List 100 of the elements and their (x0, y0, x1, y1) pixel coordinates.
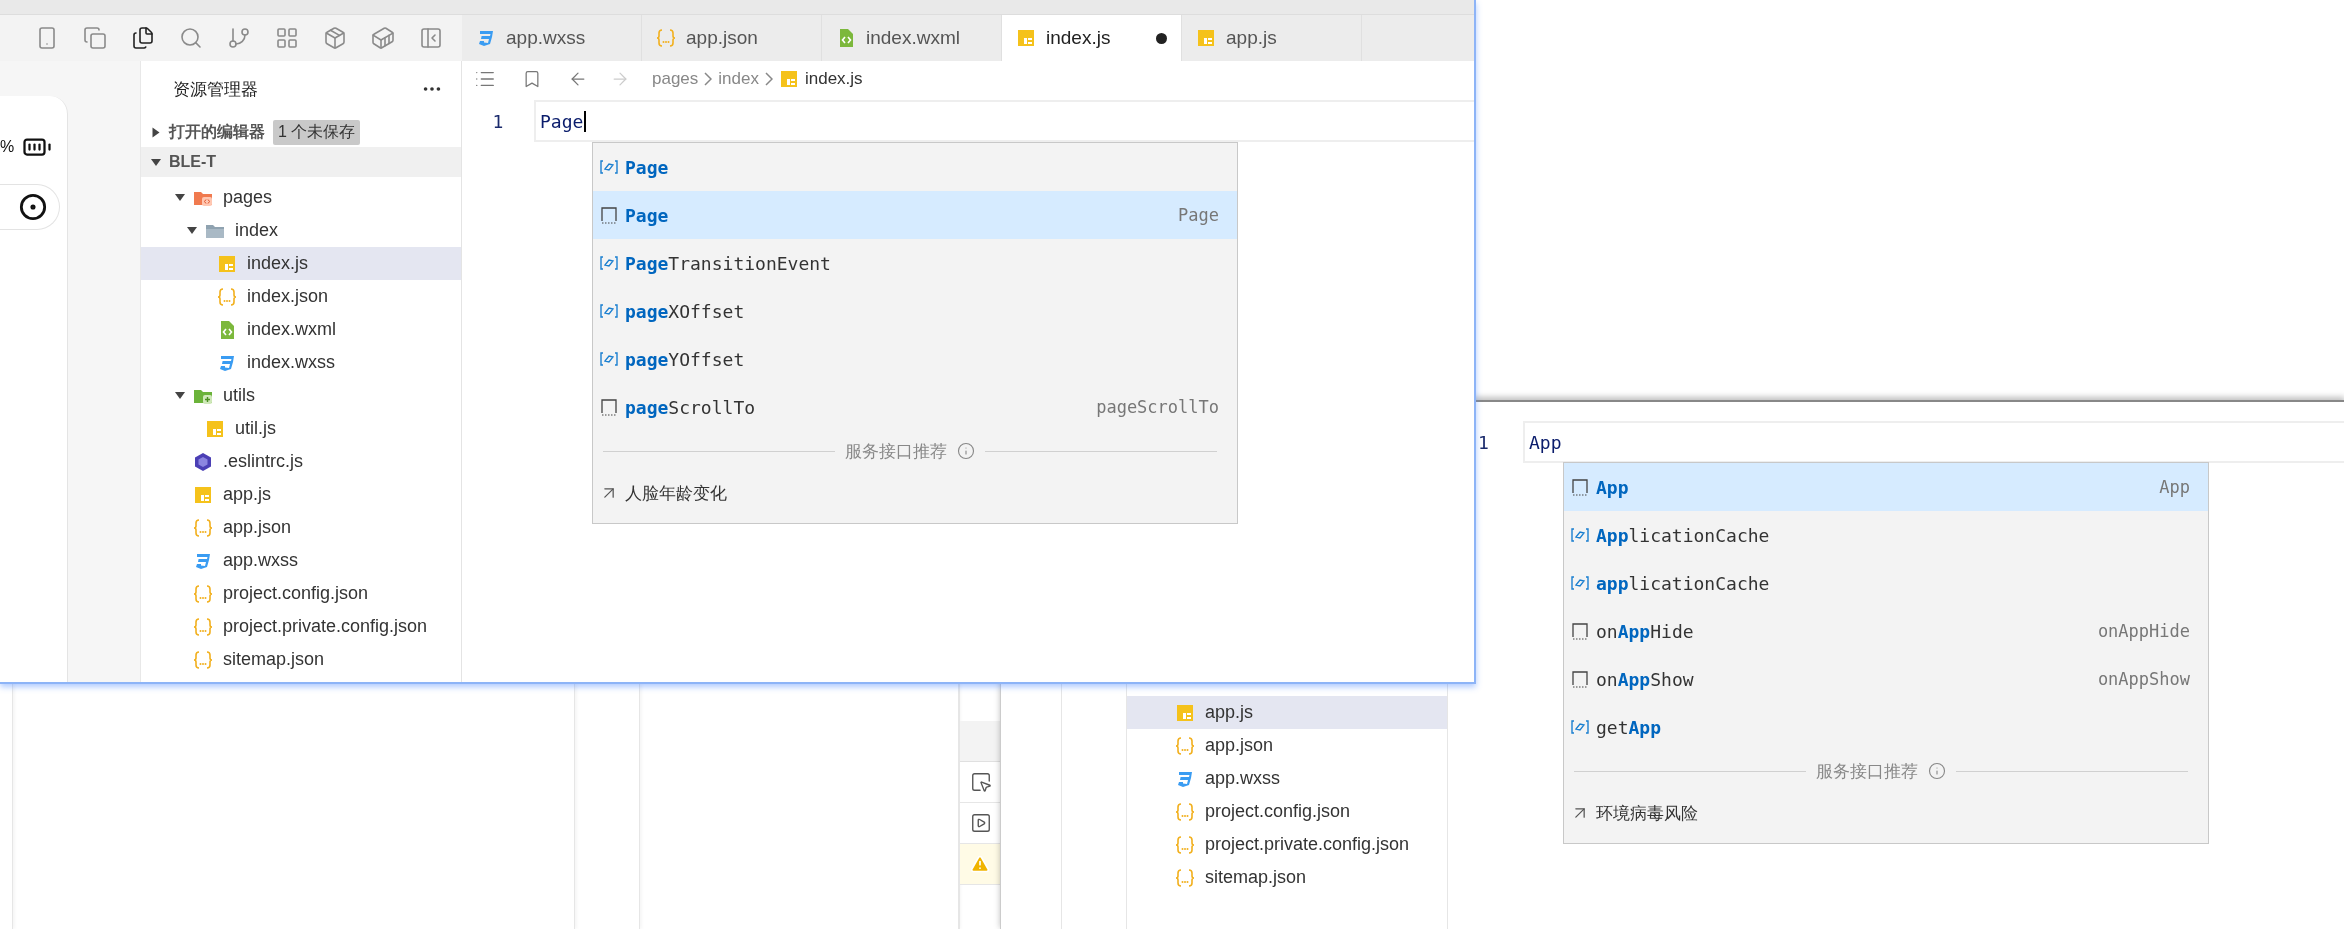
js-file-icon (778, 68, 799, 89)
file-name: sitemap.json (223, 649, 325, 670)
file-item[interactable]: util.js (141, 412, 461, 445)
file-item[interactable]: project.private.config.json (1127, 828, 1447, 861)
file-item[interactable]: project.private.config.json (141, 610, 461, 643)
suggestion-item[interactable]: pageScrollTo pageScrollTo (593, 383, 1237, 431)
breadcrumb-item[interactable]: index (718, 68, 759, 89)
file-item[interactable]: app.wxss (141, 544, 461, 577)
file-name: app.wxss (1205, 768, 1281, 789)
suggestion-item[interactable]: pageXOffset (593, 287, 1237, 335)
breadcrumb-item[interactable]: index.js (804, 68, 863, 89)
braces-icon (193, 616, 213, 637)
suggestion-label: Page (625, 156, 670, 178)
file-name: .eslintrc.js (223, 451, 303, 472)
snippet-icon (599, 205, 619, 225)
js-file-icon (205, 418, 225, 439)
section-header[interactable]: 打开的编辑器 1 个未保存 (141, 117, 461, 147)
file-name: app.json (223, 517, 292, 538)
file-name: app.js (223, 484, 272, 505)
section-label: 服务接口推荐 (1816, 760, 1918, 783)
caret-icon[interactable] (187, 227, 197, 234)
suggestion-label: pageScrollTo (625, 396, 757, 418)
service-item[interactable]: 环境病毒风险 (1564, 791, 2208, 835)
braces-icon (193, 517, 213, 538)
suggestion-label: applicationCache (1596, 572, 1771, 594)
variable-icon (599, 349, 619, 369)
braces-icon (193, 583, 213, 604)
branch-icon[interactable] (227, 26, 251, 50)
service-item[interactable]: 人脸年龄变化 (593, 471, 1237, 515)
grid-icon[interactable] (275, 26, 299, 50)
container-icon[interactable] (371, 26, 395, 50)
line-number: 1 (491, 110, 505, 132)
inspect-icon[interactable] (970, 771, 993, 793)
braces-icon (656, 28, 676, 48)
file-name: index.wxss (247, 352, 336, 373)
caret-icon[interactable] (151, 158, 161, 166)
files-icon[interactable] (131, 26, 155, 50)
package-icon[interactable] (323, 26, 347, 50)
file-item[interactable]: app.wxss (1127, 762, 1447, 795)
suggestion-item[interactable]: Page Page (593, 191, 1237, 239)
file-name: pages (223, 187, 273, 208)
suggestion-label: onAppHide (1596, 620, 1695, 642)
file-name: project.private.config.json (1205, 834, 1410, 855)
folder-item[interactable]: pages (141, 181, 461, 214)
file-item[interactable]: .eslintrc.js (141, 445, 461, 478)
file-item[interactable]: project.config.json (1127, 795, 1447, 828)
suggestion-item[interactable]: applicationCache (1564, 559, 2208, 607)
suggestion-label: pageYOffset (625, 348, 746, 370)
caret-icon[interactable] (175, 392, 185, 399)
file-name: index.js (247, 253, 309, 274)
hexagon-icon (193, 451, 213, 472)
suggestion-item[interactable]: App App (1564, 463, 2208, 511)
suggestion-detail: App (2159, 477, 2190, 497)
snippet-icon (1570, 477, 1590, 497)
editor-tab[interactable]: index.js (1002, 15, 1182, 61)
variable-icon (599, 253, 619, 273)
project-header[interactable]: BLE-T (141, 147, 461, 177)
info-icon[interactable] (1928, 762, 1946, 780)
suggestion-detail: pageScrollTo (1096, 397, 1219, 417)
file-item[interactable]: index.js (141, 247, 461, 280)
info-icon[interactable] (957, 442, 975, 460)
windows-icon[interactable] (83, 26, 107, 50)
file-item[interactable]: project.config.json (141, 577, 461, 610)
js-file-icon (193, 484, 213, 505)
file-item[interactable]: app.json (141, 511, 461, 544)
suggestion-item[interactable]: onAppHide onAppHide (1564, 607, 2208, 655)
suggestion-label: pageXOffset (625, 300, 746, 322)
panel-icon[interactable] (419, 26, 443, 50)
caret-icon[interactable] (175, 194, 185, 201)
breadcrumb-item[interactable]: pages (652, 68, 699, 89)
file-item[interactable]: sitemap.json (1127, 861, 1447, 894)
panel-play-icon[interactable] (970, 812, 993, 834)
file-item[interactable]: app.json (1127, 729, 1447, 762)
braces-icon (1175, 801, 1195, 822)
suggestion-detail: onAppShow (2097, 669, 2190, 689)
project-name: BLE-T (169, 153, 217, 171)
code-text: App (1529, 431, 1562, 453)
folder-item[interactable]: utils (141, 379, 461, 412)
file-item[interactable]: index.wxml (141, 313, 461, 346)
file-item[interactable]: app.js (141, 478, 461, 511)
caret-icon[interactable] (152, 127, 160, 137)
file-item[interactable]: index.json (141, 280, 461, 313)
suggestion-item[interactable]: PageTransitionEvent (593, 239, 1237, 287)
suggestion-detail: onAppHide (2097, 621, 2190, 641)
variable-icon (599, 157, 619, 177)
braces-icon (1175, 867, 1195, 888)
file-item[interactable]: app.js (1127, 696, 1447, 729)
suggestion-item[interactable]: getApp (1564, 703, 2208, 751)
file-item[interactable]: sitemap.json (141, 643, 461, 676)
suggestion-item[interactable]: Page (593, 143, 1237, 191)
suggestion-item[interactable]: ApplicationCache (1564, 511, 2208, 559)
suggestion-label: onAppShow (1596, 668, 1695, 690)
file-item[interactable]: index.wxss (141, 346, 461, 379)
chevron-icon (704, 71, 713, 86)
suggestion-item[interactable]: pageYOffset (593, 335, 1237, 383)
folder-item[interactable]: index (141, 214, 461, 247)
service-label: 环境病毒风险 (1596, 802, 1698, 825)
search-icon[interactable] (179, 26, 203, 50)
file-name: app.js (1205, 702, 1254, 723)
suggestion-item[interactable]: onAppShow onAppShow (1564, 655, 2208, 703)
